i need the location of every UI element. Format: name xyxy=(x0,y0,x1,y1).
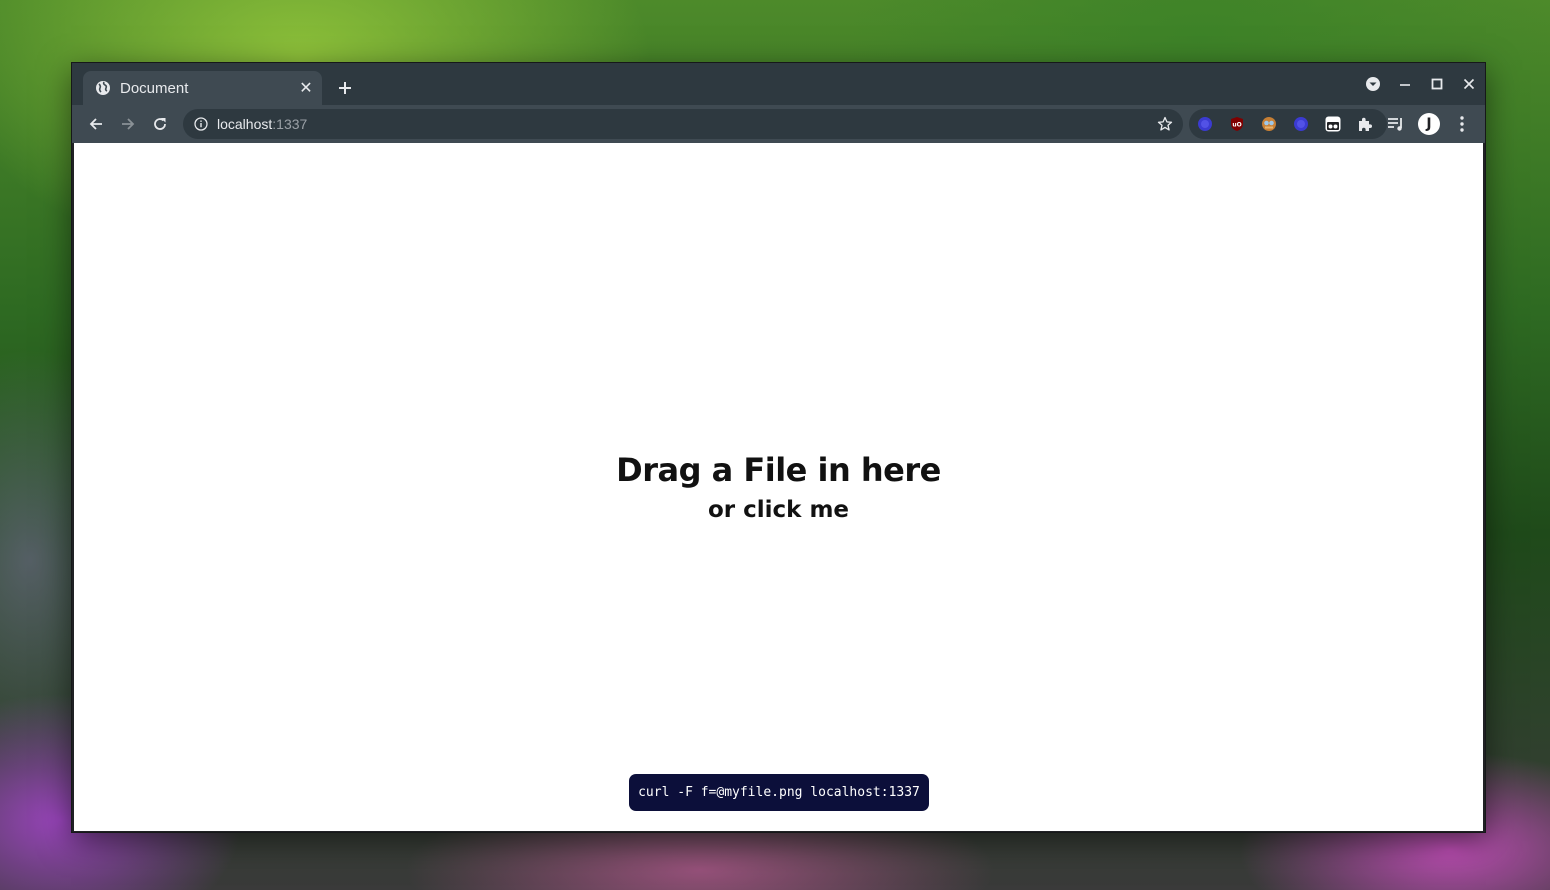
blue-ghost-extension-icon[interactable] xyxy=(1197,116,1213,132)
minimize-icon[interactable] xyxy=(1389,68,1421,100)
tampermonkey-icon[interactable] xyxy=(1325,116,1341,132)
back-arrow-icon[interactable] xyxy=(82,110,110,138)
globe-icon xyxy=(95,80,111,96)
blue-ghost-extension-2-icon[interactable] xyxy=(1293,116,1309,132)
more-options-icon[interactable] xyxy=(1450,110,1474,138)
drop-zone-title: Drag a File in here xyxy=(616,451,941,489)
close-window-icon[interactable] xyxy=(1453,68,1485,100)
owl-face-extension-icon[interactable] xyxy=(1261,116,1277,132)
file-drop-zone[interactable]: Drag a File in here or click me xyxy=(74,143,1483,831)
page-viewport: Drag a File in here or click me curl -F … xyxy=(74,143,1483,831)
bookmark-star-icon[interactable] xyxy=(1155,114,1175,134)
new-tab-icon[interactable] xyxy=(334,77,356,99)
maximize-icon[interactable] xyxy=(1421,68,1453,100)
browser-window: Document ✕ localhost:1337 uO J Drag a F… xyxy=(71,62,1486,833)
site-info-icon[interactable] xyxy=(193,116,209,132)
curl-command-box: curl -F f=@myfile.png localhost:1337 xyxy=(629,774,929,811)
extensions-strip: uO xyxy=(1189,109,1387,139)
drop-zone-subtitle: or click me xyxy=(707,497,850,523)
close-tab-icon[interactable]: ✕ xyxy=(296,78,316,98)
tab-search-icon[interactable] xyxy=(1357,68,1389,100)
profile-avatar[interactable]: J xyxy=(1418,113,1440,135)
tab-title: Document xyxy=(120,79,189,97)
browser-toolbar: localhost:1337 uO J xyxy=(72,105,1485,143)
forward-arrow-icon[interactable] xyxy=(114,110,142,138)
tab-document[interactable]: Document ✕ xyxy=(83,71,322,105)
ublock-origin-icon[interactable]: uO xyxy=(1229,116,1245,132)
svg-text:uO: uO xyxy=(1232,122,1241,129)
media-playlist-icon[interactable] xyxy=(1382,110,1410,138)
reload-icon[interactable] xyxy=(146,110,174,138)
tab-strip: Document ✕ xyxy=(72,63,1485,105)
url-port: :1337 xyxy=(272,116,308,132)
window-controls xyxy=(1357,63,1485,105)
url-host: localhost xyxy=(217,116,273,132)
address-bar[interactable]: localhost:1337 xyxy=(183,109,1183,139)
puzzle-extensions-icon[interactable] xyxy=(1357,116,1373,132)
